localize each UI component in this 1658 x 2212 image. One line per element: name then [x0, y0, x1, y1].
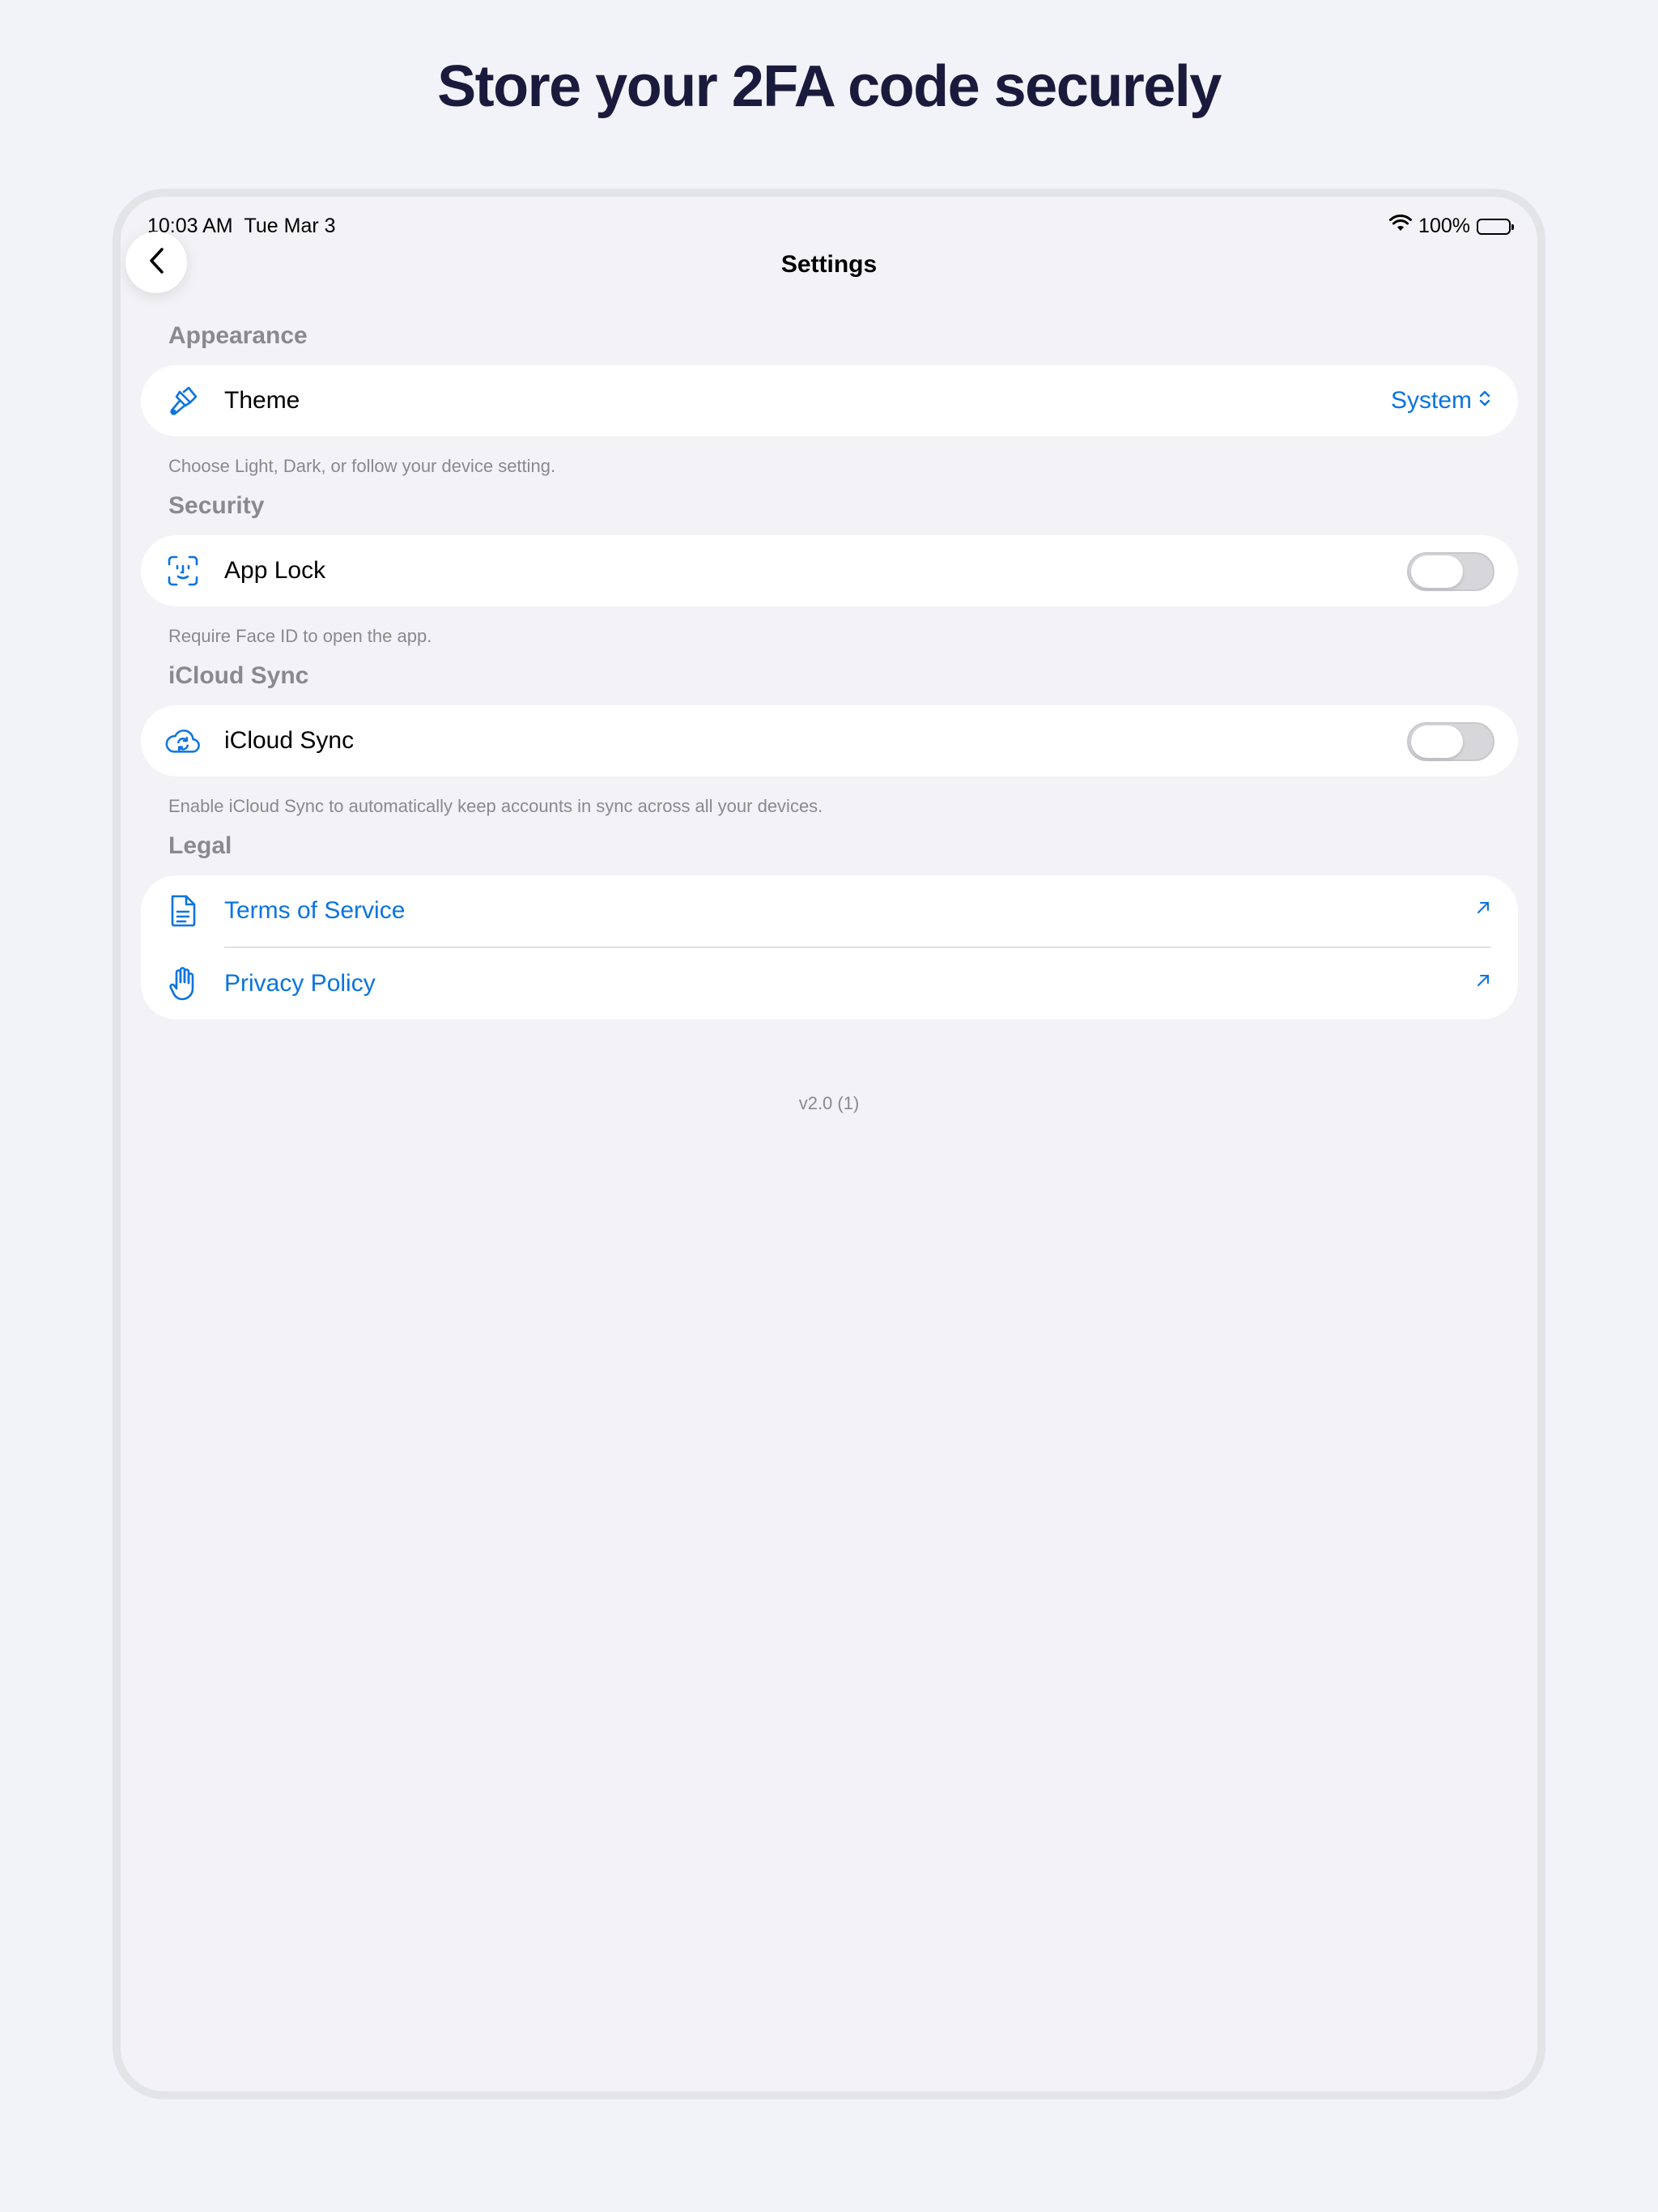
section-header-appearance: Appearance	[168, 322, 308, 349]
theme-row[interactable]: Theme System	[141, 365, 1518, 436]
app-version: v2.0 (1)	[798, 1093, 860, 1113]
security-card: App Lock	[141, 535, 1518, 606]
privacy-label: Privacy Policy	[224, 970, 376, 997]
theme-value: System	[1390, 387, 1472, 414]
theme-selector[interactable]: System	[1391, 387, 1491, 415]
face-id-icon	[165, 553, 201, 589]
security-footer: Require Face ID to open the app.	[168, 626, 432, 646]
battery-percent: 100%	[1418, 215, 1470, 237]
legal-card: Terms of Service Privacy Policy	[141, 875, 1518, 1019]
promo-headline: Store your 2FA code securely	[437, 54, 1222, 119]
icloud-card: iCloud Sync	[141, 705, 1518, 776]
status-time: 10:03 AM Tue Mar 3	[147, 215, 336, 237]
section-header-icloud: iCloud Sync	[168, 662, 309, 689]
status-bar: 10:03 AM Tue Mar 3 100%	[121, 206, 1537, 239]
status-indicators: 100%	[1389, 214, 1514, 238]
terms-row[interactable]: Terms of Service	[141, 875, 1518, 946]
external-link-icon	[1475, 900, 1491, 920]
icloud-footer: Enable iCloud Sync to automatically keep…	[168, 796, 823, 816]
external-link-icon	[1475, 972, 1491, 993]
terms-label: Terms of Service	[224, 897, 406, 924]
privacy-row[interactable]: Privacy Policy	[141, 948, 1518, 1019]
app-lock-toggle[interactable]	[1407, 552, 1494, 591]
icloud-sync-row: iCloud Sync	[141, 705, 1518, 776]
icloud-sync-icon	[165, 723, 201, 759]
appearance-footer: Choose Light, Dark, or follow your devic…	[168, 456, 556, 476]
page-title: Settings	[780, 251, 878, 278]
appearance-card: Theme System	[141, 365, 1518, 436]
section-header-security: Security	[168, 492, 265, 519]
hand-raised-icon	[165, 966, 201, 1002]
app-lock-label: App Lock	[224, 557, 326, 584]
device-frame: 10:03 AM Tue Mar 3 100% Settings Appeara…	[113, 189, 1545, 2099]
theme-label: Theme	[224, 387, 300, 414]
app-lock-row: App Lock	[141, 535, 1518, 606]
chevron-up-down-icon	[1478, 387, 1491, 415]
paintbrush-icon	[165, 383, 201, 419]
icloud-sync-toggle[interactable]	[1407, 722, 1494, 761]
document-icon	[165, 893, 201, 929]
section-header-legal: Legal	[168, 832, 232, 859]
icloud-sync-label: iCloud Sync	[224, 727, 355, 754]
wifi-icon	[1389, 214, 1413, 238]
battery-icon	[1477, 218, 1514, 235]
